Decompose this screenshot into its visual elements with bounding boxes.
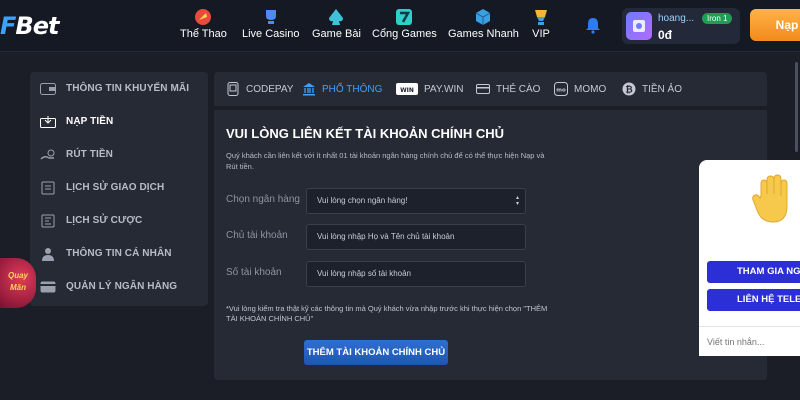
username: hoang...	[658, 13, 695, 24]
nav-item-label: Games Nhanh	[448, 28, 519, 40]
sidebar-item-label: QUẢN LÝ NGÂN HÀNG	[66, 281, 178, 292]
sidebar-item-bet-history[interactable]: LỊCH SỬ CƯỢC	[30, 204, 208, 237]
bet-history-icon	[40, 214, 56, 228]
scrollbar[interactable]	[795, 62, 798, 152]
sidebar-item-transaction-history[interactable]: LỊCH SỬ GIAO DỊCH	[30, 171, 208, 204]
sidebar-item-withdraw[interactable]: RÚT TIỀN	[30, 138, 208, 171]
nav-item-quick-games[interactable]: Games Nhanh	[448, 8, 519, 46]
payment-method-tabs: CODEPAY PHỔ THÔNG WIN PAY.WIN THẺ CÀO mo…	[214, 72, 767, 106]
sidebar-item-label: RÚT TIỀN	[66, 149, 113, 160]
sidebar-item-promotions[interactable]: THÔNG TIN KHUYẾN MÃI	[30, 72, 208, 105]
tab-scratch-card[interactable]: THẺ CÀO	[476, 72, 540, 106]
tab-label: PAY.WIN	[424, 83, 464, 95]
nav-item-gate-games[interactable]: Cổng Games	[372, 8, 437, 46]
bell-icon[interactable]	[584, 16, 602, 34]
svg-text:₿: ₿	[625, 85, 632, 96]
cash-withdraw-icon	[40, 148, 56, 162]
form-title: VUI LÒNG LIÊN KẾT TÀI KHOẢN CHÍNH CHỦ	[226, 126, 505, 141]
nav-item-card-games[interactable]: Game Bài	[312, 8, 361, 46]
sidebar-item-label: NẠP TIỀN	[66, 116, 114, 127]
account-owner-input[interactable]: Vui lòng nhập Họ và Tên chủ tài khoản	[306, 224, 526, 250]
wallet-icon	[40, 82, 56, 96]
user-account-panel[interactable]: hoang... Iron 1 0đ	[622, 8, 740, 44]
tab-paywin[interactable]: WIN PAY.WIN	[396, 72, 463, 106]
verification-note: *Vui lòng kiểm tra thật kỹ các thông tin…	[226, 304, 548, 323]
tab-codepay[interactable]: CODEPAY	[226, 72, 293, 106]
join-group-button[interactable]: THAM GIA NG	[707, 261, 800, 283]
account-owner-label: Chủ tài khoản	[226, 230, 288, 241]
cube-icon	[474, 8, 492, 26]
paywin-icon: WIN	[396, 82, 418, 96]
waving-hand-icon	[751, 174, 797, 224]
nav-item-label: Live Casino	[242, 28, 300, 40]
add-bank-account-button[interactable]: THÊM TÀI KHOẢN CHÍNH CHỦ	[304, 340, 448, 365]
bank-select[interactable]: Vui lòng chọn ngân hàng!	[306, 188, 526, 214]
user-icon	[40, 247, 56, 261]
bank-card-icon	[40, 280, 56, 294]
brand-logo[interactable]: FBet	[0, 12, 59, 40]
lucky-spin-badge[interactable]: Quay Măn	[0, 258, 36, 308]
sidebar-item-label: LỊCH SỬ GIAO DỊCH	[66, 182, 165, 193]
sidebar-item-label: THÔNG TIN CÁ NHÂN	[66, 248, 172, 259]
account-sidebar: THÔNG TIN KHUYẾN MÃI NẠP TIỀN RÚT TIỀN L…	[30, 72, 208, 306]
bank-select-row: Chọn ngân hàng Vui lòng chọn ngân hàng!	[226, 188, 546, 214]
telegram-contact-button[interactable]: LIÊN HỆ TELEGR	[707, 289, 800, 311]
trophy-icon	[262, 8, 280, 26]
history-icon	[40, 181, 56, 195]
nav-item-vip[interactable]: VIP	[532, 8, 550, 46]
chat-message-input[interactable]	[699, 326, 800, 356]
bank-link-form: VUI LÒNG LIÊN KẾT TÀI KHOẢN CHÍNH CHỦ Qu…	[214, 110, 767, 380]
cash-deposit-icon	[40, 115, 56, 129]
bank-select-label: Chọn ngân hàng	[226, 194, 300, 205]
svg-text:mo: mo	[556, 88, 566, 94]
account-number-label: Số tài khoản	[226, 267, 282, 278]
tab-crypto[interactable]: ₿ TIỀN ẢO	[622, 72, 682, 106]
spade-icon	[327, 8, 345, 26]
momo-icon: mo	[554, 82, 568, 96]
tab-label: TIỀN ẢO	[642, 83, 683, 95]
cup-icon	[532, 8, 550, 26]
tab-label: MOMO	[574, 83, 607, 95]
tab-label: CODEPAY	[246, 83, 294, 95]
phone-icon	[226, 82, 240, 96]
sidebar-item-label: LỊCH SỬ CƯỢC	[66, 215, 143, 226]
tab-label: PHỔ THÔNG	[322, 83, 383, 95]
form-description: Quý khách cần liên kết với ít nhất 01 tà…	[226, 151, 545, 171]
nav-item-label: Game Bài	[312, 28, 361, 40]
nav-item-label: Cổng Games	[372, 28, 437, 40]
chat-widget: THAM GIA NG LIÊN HỆ TELEGR	[699, 160, 800, 356]
sidebar-item-profile[interactable]: THÔNG TIN CÁ NHÂN	[30, 237, 208, 270]
account-owner-row: Chủ tài khoản Vui lòng nhập Họ và Tên ch…	[226, 224, 546, 250]
nav-item-live-casino[interactable]: Live Casino	[242, 8, 299, 46]
nav-item-label: Thể Thao	[180, 28, 227, 40]
svg-text:WIN: WIN	[400, 87, 414, 94]
nav-item-label: VIP	[532, 28, 550, 40]
rank-badge: Iron 1	[702, 13, 733, 24]
sidebar-item-label: THÔNG TIN KHUYẾN MÃI	[66, 83, 190, 94]
tab-standard[interactable]: PHỔ THÔNG	[302, 72, 382, 106]
top-navigation-bar: FBet Thể Thao Live Casino Game Bài Cổng …	[0, 0, 800, 52]
sidebar-item-deposit[interactable]: NẠP TIỀN	[30, 105, 208, 138]
deposit-button[interactable]: Nạp	[750, 9, 800, 41]
tab-label: THẺ CÀO	[496, 83, 541, 95]
account-balance: 0đ	[658, 28, 673, 42]
rocket-icon	[194, 8, 212, 26]
card-icon	[476, 82, 490, 96]
sidebar-item-bank-management[interactable]: QUẢN LÝ NGÂN HÀNG	[30, 270, 208, 303]
nav-item-sports[interactable]: Thể Thao	[180, 8, 227, 46]
avatar	[626, 12, 652, 40]
account-number-input[interactable]: Vui lòng nhập số tài khoản	[306, 261, 526, 287]
seven-icon	[395, 8, 413, 26]
tab-momo[interactable]: mo MOMO	[554, 72, 606, 106]
bank-icon	[302, 82, 316, 96]
account-number-row: Số tài khoản Vui lòng nhập số tài khoản	[226, 261, 546, 287]
bitcoin-icon: ₿	[622, 82, 636, 96]
